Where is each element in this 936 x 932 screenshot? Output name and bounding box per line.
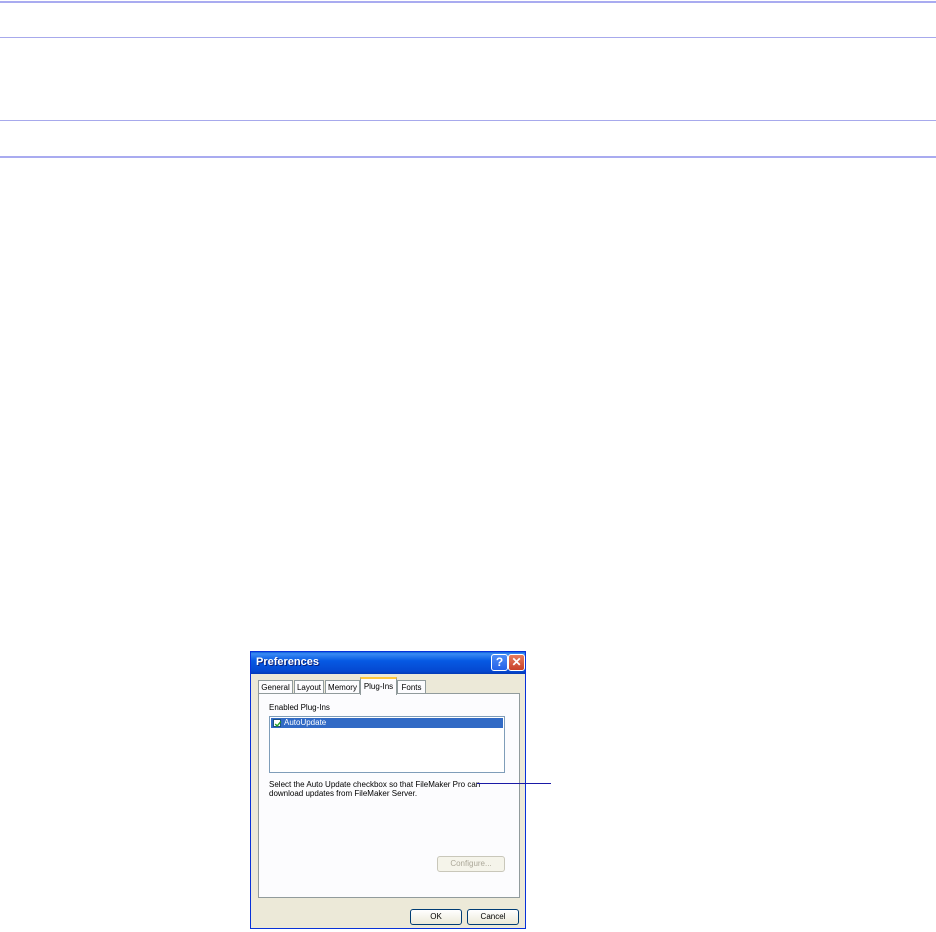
close-button[interactable]: ✕ (508, 654, 525, 671)
dialog-title: Preferences (256, 656, 319, 668)
help-button[interactable]: ? (491, 654, 508, 671)
header-rule-2 (0, 37, 936, 38)
preferences-dialog: Preferences ? ✕ General Layout Memory Pl… (250, 651, 526, 929)
description-line-2: download updates from FileMaker Server. (269, 789, 418, 798)
configure-button[interactable]: Configure... (437, 856, 505, 872)
tab-fonts[interactable]: Fonts (397, 680, 426, 694)
plug-ins-panel: Enabled Plug-Ins AutoUpdate Select the A… (258, 693, 520, 898)
enabled-plugins-label: Enabled Plug-Ins (269, 703, 330, 712)
autoupdate-checkbox[interactable] (273, 719, 282, 728)
header-rule-top (0, 1, 936, 3)
tab-plug-ins[interactable]: Plug-Ins (360, 677, 397, 695)
description-text: Select the Auto Update checkbox so that … (269, 780, 484, 798)
callout-line (477, 783, 551, 784)
cancel-button[interactable]: Cancel (467, 909, 519, 925)
header-rule-3 (0, 120, 936, 121)
tab-general[interactable]: General (258, 680, 293, 694)
tab-layout[interactable]: Layout (294, 680, 324, 694)
title-bar[interactable]: Preferences ? ✕ (251, 652, 525, 674)
plugins-list[interactable]: AutoUpdate (269, 716, 505, 773)
ok-button[interactable]: OK (410, 909, 462, 925)
list-item[interactable]: AutoUpdate (271, 718, 503, 728)
checkmark-icon (274, 721, 282, 728)
close-icon: ✕ (511, 655, 522, 669)
description-line-1: Select the Auto Update checkbox so that … (269, 780, 481, 789)
plugin-name: AutoUpdate (284, 718, 327, 727)
help-icon: ? (495, 655, 504, 669)
header-rule-bottom (0, 156, 936, 158)
tab-memory[interactable]: Memory (325, 680, 360, 694)
